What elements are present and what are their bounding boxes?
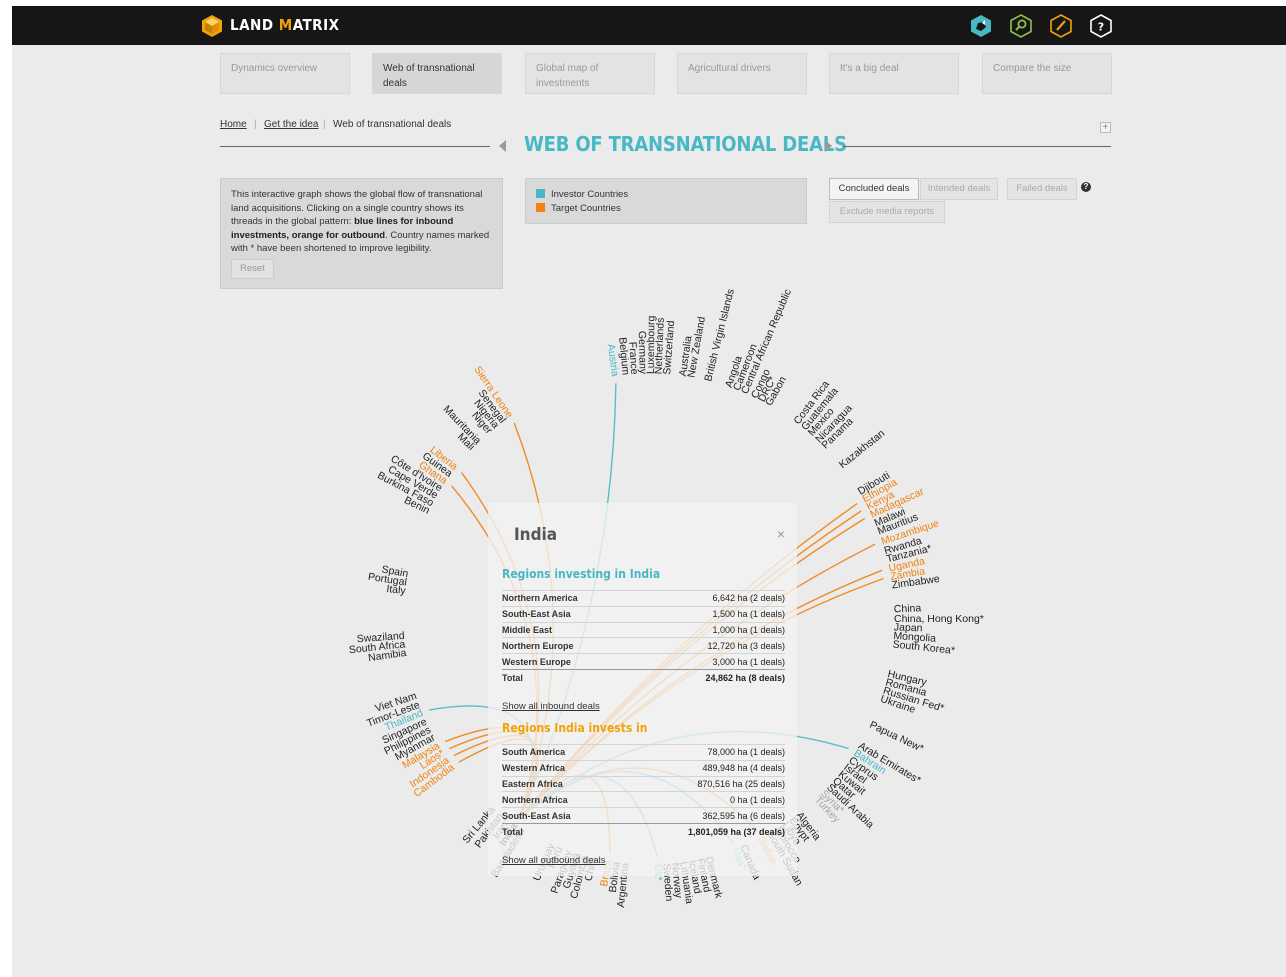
- total-label: Total: [502, 822, 620, 840]
- table-row: Northern Europe 12,720 ha (3 deals): [502, 637, 785, 654]
- table-row: Eastern Africa 870,516 ha (25 deals): [502, 775, 785, 792]
- region-label: Northern Africa: [502, 791, 620, 808]
- region-value: 78,000 ha (1 deals): [619, 744, 785, 761]
- total-value: 1,801,059 ha (37 deals): [619, 822, 785, 840]
- total-row: Total 1,801,059 ha (37 deals): [502, 822, 785, 840]
- table-row: Northern Africa 0 ha (1 deals): [502, 791, 785, 808]
- table-row: South-East Asia 1,500 ha (1 deals): [502, 605, 785, 623]
- outbound-section-title: Regions India invests in: [502, 721, 648, 735]
- region-value: 0 ha (1 deals): [619, 791, 785, 808]
- region-label: Eastern Africa: [502, 775, 620, 792]
- region-label: Northern Europe: [502, 637, 640, 654]
- table-row: Northern America 6,642 ha (2 deals): [502, 590, 785, 607]
- country-label-south-korea[interactable]: South Korea*: [892, 638, 955, 656]
- table-row: Western Africa 489,948 ha (4 deals): [502, 759, 785, 777]
- inbound-table: Northern America 6,642 ha (2 deals) South…: [502, 590, 785, 686]
- total-label: Total: [502, 668, 640, 686]
- region-value: 870,516 ha (25 deals): [619, 775, 785, 792]
- table-row: South America 78,000 ha (1 deals): [502, 744, 785, 761]
- region-label: South-East Asia: [502, 807, 620, 824]
- close-icon[interactable]: ×: [777, 526, 785, 542]
- table-row: Middle East 1,000 ha (1 deals): [502, 621, 785, 638]
- region-value: 1,000 ha (1 deals): [639, 621, 785, 638]
- table-row: South-East Asia 362,595 ha (6 deals): [502, 807, 785, 824]
- outbound-table: South America 78,000 ha (1 deals) Western…: [502, 744, 785, 840]
- region-value: 489,948 ha (4 deals): [619, 759, 785, 777]
- popup-title: India: [514, 525, 558, 545]
- region-label: Western Europe: [502, 653, 640, 670]
- inbound-section-title: Regions investing in India: [502, 567, 661, 581]
- region-label: South America: [502, 744, 620, 761]
- region-value: 3,000 ha (1 deals): [639, 653, 785, 670]
- region-value: 12,720 ha (3 deals): [639, 637, 785, 654]
- region-value: 362,595 ha (6 deals): [619, 807, 785, 824]
- show-inbound-deals-link[interactable]: Show all inbound deals: [502, 701, 600, 712]
- show-outbound-deals-link[interactable]: Show all outbound deals: [502, 855, 606, 866]
- table-row: Western Europe 3,000 ha (1 deals): [502, 653, 785, 670]
- region-label: Western Africa: [502, 759, 620, 777]
- region-label: South-East Asia: [502, 605, 640, 623]
- page-background: LAND MATRIX ? Dynamics overview Web of t…: [12, 6, 1286, 977]
- region-label: Northern America: [502, 590, 640, 607]
- total-row: Total 24,862 ha (8 deals): [502, 668, 785, 686]
- total-value: 24,862 ha (8 deals): [639, 668, 785, 686]
- region-value: 1,500 ha (1 deals): [639, 605, 785, 623]
- region-value: 6,642 ha (2 deals): [639, 590, 785, 607]
- country-details-popup: India × Regions investing in India North…: [488, 503, 797, 876]
- region-label: Middle East: [502, 621, 640, 638]
